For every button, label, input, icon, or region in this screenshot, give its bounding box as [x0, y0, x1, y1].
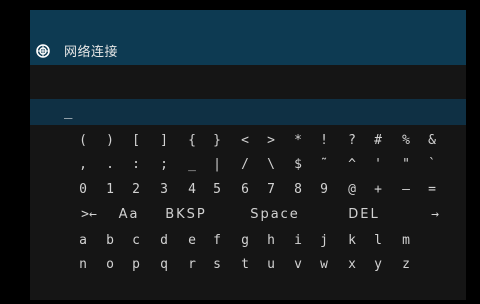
key[interactable]: y: [371, 255, 385, 275]
key[interactable]: .: [103, 155, 117, 175]
key[interactable]: b: [103, 231, 117, 251]
key[interactable]: |: [210, 155, 224, 175]
key[interactable]: *: [291, 131, 305, 151]
key[interactable]: x: [345, 255, 359, 275]
key[interactable]: :: [129, 155, 143, 175]
key[interactable]: ): [103, 131, 117, 151]
key[interactable]: `: [425, 155, 439, 175]
key[interactable]: <: [238, 131, 252, 151]
key[interactable]: 4: [185, 180, 199, 200]
key[interactable]: ?: [345, 131, 359, 151]
key[interactable]: p: [129, 255, 143, 275]
key[interactable]: j: [317, 231, 331, 251]
cursor-right-key[interactable]: →: [426, 205, 444, 225]
key[interactable]: ^: [345, 155, 359, 175]
key[interactable]: –: [399, 180, 413, 200]
key[interactable]: m: [399, 231, 413, 251]
key[interactable]: 9: [317, 180, 331, 200]
key[interactable]: v: [291, 255, 305, 275]
key[interactable]: ˜: [317, 155, 331, 175]
key[interactable]: [: [129, 131, 143, 151]
keyboard-row-symbols-2: , . : ; _ | / \ $ ˜ ^ ' " `: [30, 155, 466, 175]
backspace-key[interactable]: BKSP: [157, 205, 215, 225]
key[interactable]: @: [345, 180, 359, 200]
key[interactable]: &: [425, 131, 439, 151]
delete-key[interactable]: DEL: [341, 205, 387, 225]
key[interactable]: h: [264, 231, 278, 251]
key[interactable]: g: [238, 231, 252, 251]
key[interactable]: s: [210, 255, 224, 275]
key[interactable]: 7: [264, 180, 278, 200]
on-screen-keyboard: ( ) [ ] { } < > * ! ? # % & , . : ; _ | …: [30, 10, 466, 300]
key[interactable]: r: [185, 255, 199, 275]
key[interactable]: $: [291, 155, 305, 175]
key[interactable]: o: [103, 255, 117, 275]
key[interactable]: e: [185, 231, 199, 251]
space-key[interactable]: Space: [235, 205, 315, 225]
key[interactable]: >: [264, 131, 278, 151]
key[interactable]: 8: [291, 180, 305, 200]
key[interactable]: t: [238, 255, 252, 275]
key[interactable]: z: [399, 255, 413, 275]
key[interactable]: !: [317, 131, 331, 151]
key[interactable]: (: [76, 131, 90, 151]
keyboard-row-letters-2: n o p q r s t u v w x y z: [30, 255, 466, 275]
screen: 网络连接 _ ( ) [ ] { } < > * ! ? # % & , .:…: [0, 0, 480, 304]
key[interactable]: =: [425, 180, 439, 200]
keyboard-row-letters-1: a b c d e f g h i j k l m: [30, 231, 466, 251]
key[interactable]: 5: [210, 180, 224, 200]
input-dialog: 网络连接 _ ( ) [ ] { } < > * ! ? # % & , .:…: [30, 10, 466, 300]
key[interactable]: i: [291, 231, 305, 251]
key[interactable]: _: [185, 155, 199, 175]
key[interactable]: k: [345, 231, 359, 251]
keyboard-row-symbols-1: ( ) [ ] { } < > * ! ? # % &: [30, 131, 466, 151]
key[interactable]: \: [264, 155, 278, 175]
key[interactable]: c: [129, 231, 143, 251]
key[interactable]: ]: [157, 131, 171, 151]
key[interactable]: n: [76, 255, 90, 275]
key[interactable]: l: [371, 231, 385, 251]
key[interactable]: w: [317, 255, 331, 275]
key[interactable]: d: [157, 231, 171, 251]
key[interactable]: ': [371, 155, 385, 175]
key[interactable]: +: [371, 180, 385, 200]
key[interactable]: %: [399, 131, 413, 151]
key[interactable]: 1: [103, 180, 117, 200]
key[interactable]: 3: [157, 180, 171, 200]
key[interactable]: u: [264, 255, 278, 275]
key[interactable]: {: [185, 131, 199, 151]
case-toggle-key[interactable]: Aa: [113, 205, 145, 225]
key[interactable]: a: [76, 231, 90, 251]
key[interactable]: 0: [76, 180, 90, 200]
keyboard-row-functions: >← Aa BKSP Space DEL →: [30, 205, 466, 225]
key[interactable]: ,: [76, 155, 90, 175]
key[interactable]: 6: [238, 180, 252, 200]
key[interactable]: /: [238, 155, 252, 175]
key[interactable]: q: [157, 255, 171, 275]
key[interactable]: ": [399, 155, 413, 175]
cursor-left-key[interactable]: >←: [74, 205, 104, 225]
keyboard-row-digits: 0 1 2 3 4 5 6 7 8 9 @ + – =: [30, 180, 466, 200]
key[interactable]: #: [371, 131, 385, 151]
key[interactable]: ;: [157, 155, 171, 175]
key[interactable]: f: [210, 231, 224, 251]
key[interactable]: 2: [129, 180, 143, 200]
key[interactable]: }: [210, 131, 224, 151]
